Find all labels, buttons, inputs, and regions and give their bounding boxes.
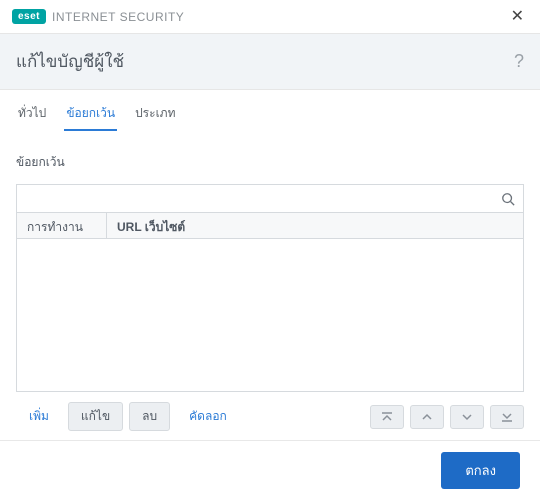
chevron-down-icon — [460, 411, 474, 423]
title-bar: eset INTERNET SECURITY ✕ — [0, 0, 540, 34]
table-header: การทำงาน URL เว็บไซต์ — [17, 213, 523, 239]
move-up-button[interactable] — [410, 405, 444, 429]
content-area: ข้อยกเว้น การทำงาน URL เว็บไซต์ เพิ่ม แก… — [0, 131, 540, 443]
search-row — [16, 184, 524, 212]
delete-button[interactable]: ลบ — [129, 402, 170, 431]
page-title: แก้ไขบัญชีผู้ใช้ — [16, 48, 514, 75]
table-empty — [17, 239, 523, 391]
edit-button[interactable]: แก้ไข — [68, 402, 123, 431]
section-label: ข้อยกเว้น — [16, 153, 524, 172]
column-action[interactable]: การทำงาน — [17, 213, 107, 238]
brand-badge: eset — [12, 9, 46, 24]
chevron-up-icon — [420, 411, 434, 423]
column-url[interactable]: URL เว็บไซต์ — [107, 213, 523, 238]
help-button[interactable]: ? — [514, 51, 524, 72]
ok-button[interactable]: ตกลง — [441, 452, 520, 489]
help-icon: ? — [514, 51, 524, 71]
move-down-button[interactable] — [450, 405, 484, 429]
tab-category[interactable]: ประเภท — [133, 98, 177, 131]
close-button[interactable]: ✕ — [507, 5, 528, 29]
search-input[interactable] — [17, 185, 493, 212]
add-button[interactable]: เพิ่ม — [16, 402, 62, 431]
tab-bar: ทั่วไป ข้อยกเว้น ประเภท — [0, 90, 540, 131]
tab-exceptions[interactable]: ข้อยกเว้น — [64, 98, 117, 131]
close-icon: ✕ — [511, 8, 524, 25]
search-button[interactable] — [493, 185, 523, 212]
move-top-icon — [380, 411, 394, 423]
move-top-button[interactable] — [370, 405, 404, 429]
move-bottom-button[interactable] — [490, 405, 524, 429]
tab-general[interactable]: ทั่วไป — [16, 98, 48, 131]
move-bottom-icon — [500, 411, 514, 423]
dialog-header: แก้ไขบัญชีผู้ใช้ ? — [0, 34, 540, 90]
action-bar: เพิ่ม แก้ไข ลบ คัดลอก — [16, 402, 524, 431]
table-body[interactable] — [17, 239, 523, 391]
brand-product: INTERNET SECURITY — [52, 10, 184, 24]
copy-button[interactable]: คัดลอก — [176, 402, 240, 431]
exceptions-table: การทำงาน URL เว็บไซต์ — [16, 212, 524, 392]
dialog-footer: ตกลง — [0, 440, 540, 500]
search-icon — [501, 192, 515, 206]
